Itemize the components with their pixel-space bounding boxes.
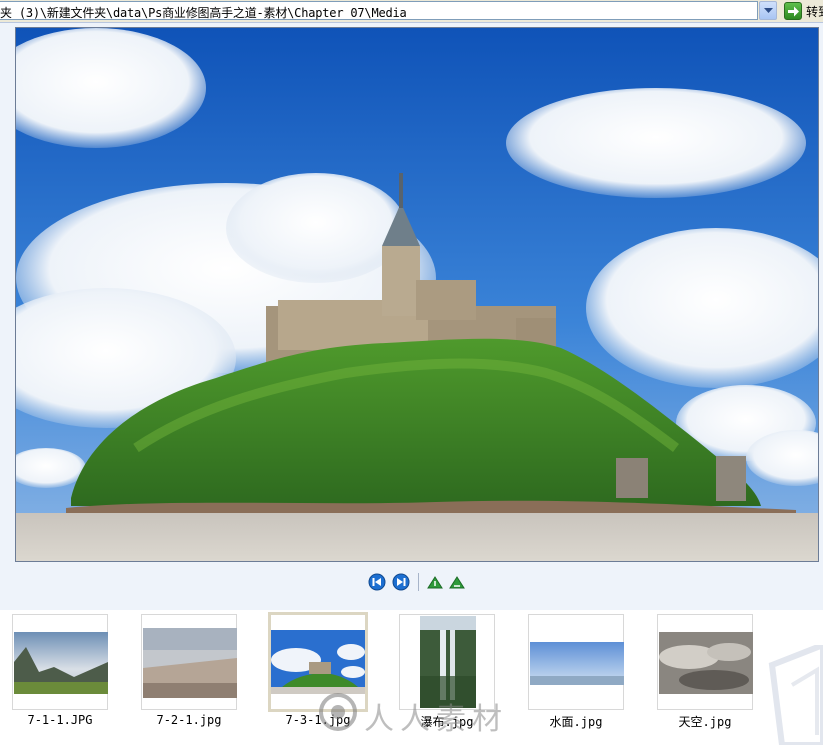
thumbnail-image [143,628,237,698]
image-viewer [0,23,823,610]
thumbnail-image [14,632,108,694]
chevron-down-icon [764,8,773,13]
go-label: 转到 [806,5,823,19]
main-preview-image [15,27,819,562]
address-path[interactable]: 夹 (3)\新建文件夹\data\Ps商业修图高手之道-素材\Chapter 0… [0,4,407,21]
address-bar: 夹 (3)\新建文件夹\data\Ps商业修图高手之道-素材\Chapter 0… [0,0,823,23]
watermark-logo-icon [319,693,357,731]
thumbnail-item[interactable] [12,614,108,710]
thumbnail-item[interactable] [657,614,753,710]
thumbnail-image [271,630,365,694]
thumbnail-caption: 7-1-1.JPG [27,713,93,727]
rotate-counterclockwise-icon[interactable] [448,573,466,591]
watermark-text: 人人素材 [364,702,508,737]
thumbnail-item[interactable] [528,614,624,710]
address-dropdown-button[interactable] [759,1,777,20]
thumbnail-caption: 水面.jpg [549,715,603,729]
go-arrow-icon [784,2,802,20]
toolbar-separator [418,573,419,591]
thumbnail-image [659,632,753,694]
decorative-corner-graphic [768,645,823,745]
thumbnail-caption: 7-2-1.jpg [156,713,222,727]
thumbnail-image [530,642,624,685]
go-button[interactable]: 转到 [782,1,823,21]
next-image-icon[interactable] [392,573,410,591]
thumbnail-item[interactable] [141,614,237,710]
rotate-clockwise-icon[interactable] [426,573,444,591]
thumbnail-caption: 天空.jpg [678,715,732,729]
address-field[interactable]: 夹 (3)\新建文件夹\data\Ps商业修图高手之道-素材\Chapter 0… [0,1,758,20]
previous-image-icon[interactable] [368,573,386,591]
watermark: 人人素材 [318,690,518,737]
